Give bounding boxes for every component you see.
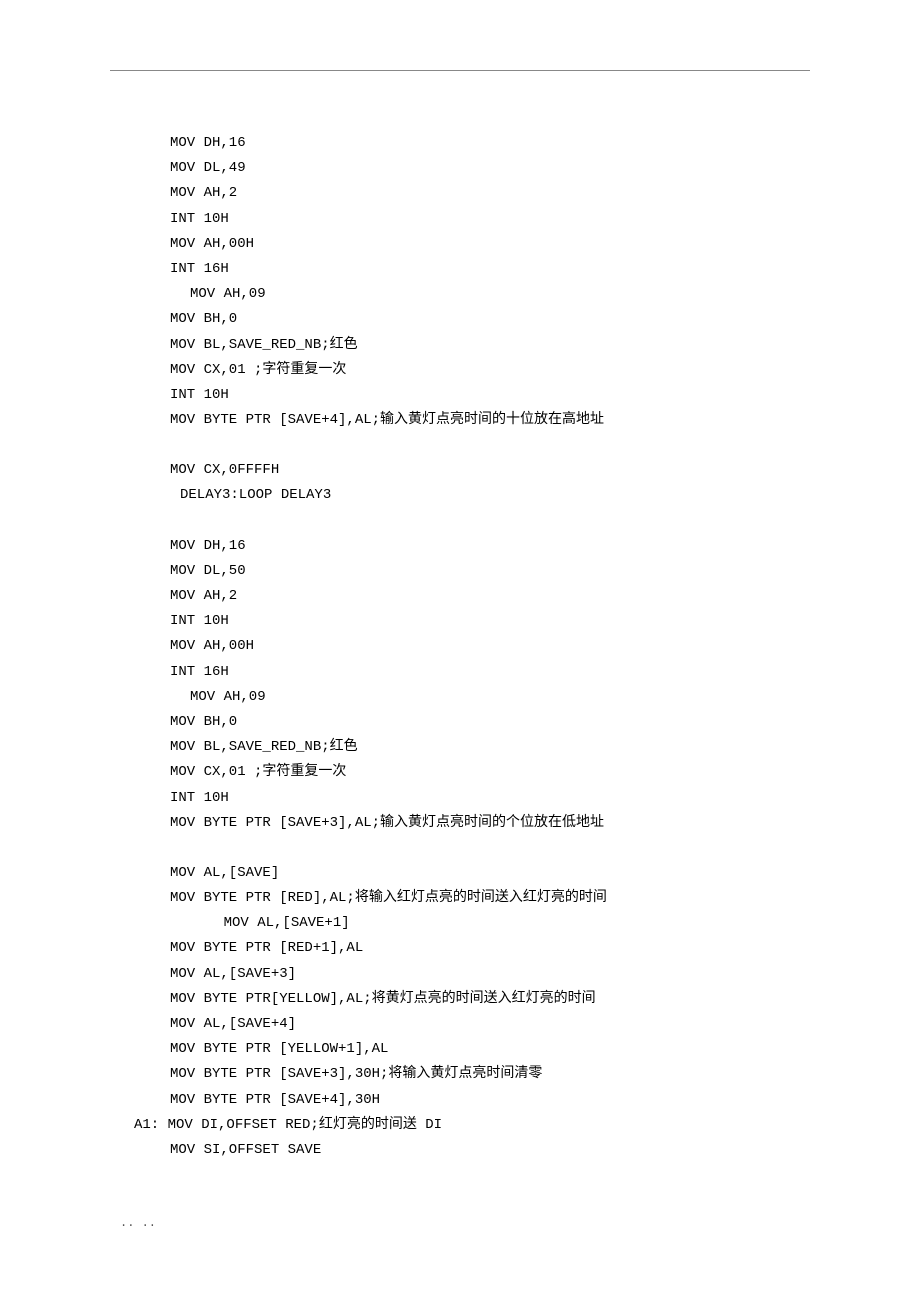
code-line: [110, 509, 810, 534]
code-line: MOV BYTE PTR [RED+1],AL: [110, 936, 810, 961]
code-line: MOV BH,0: [110, 710, 810, 735]
code-line: MOV DH,16: [110, 534, 810, 559]
code-line: MOV CX,01 ;字符重复一次: [110, 760, 810, 785]
code-line: MOV SI,OFFSET SAVE: [110, 1138, 810, 1163]
code-line: [110, 836, 810, 861]
code-line: MOV AL,[SAVE+3]: [110, 962, 810, 987]
code-line: MOV BL,SAVE_RED_NB;红色: [110, 333, 810, 358]
code-line: MOV BYTE PTR [SAVE+4],AL;输入黄灯点亮时间的十位放在高地…: [110, 408, 810, 433]
code-line: INT 16H: [110, 660, 810, 685]
code-line: INT 10H: [110, 786, 810, 811]
page-footer-dots: .. ..: [110, 1213, 810, 1235]
code-line: MOV BYTE PTR [SAVE+3],AL;输入黄灯点亮时间的个位放在低地…: [110, 811, 810, 836]
code-line: A1: MOV DI,OFFSET RED;红灯亮的时间送 DI: [110, 1113, 810, 1138]
code-line: [110, 433, 810, 458]
code-line: MOV AH,09: [110, 282, 810, 307]
code-line: MOV BYTE PTR[YELLOW],AL;将黄灯点亮的时间送入红灯亮的时间: [110, 987, 810, 1012]
code-line: DELAY3:LOOP DELAY3: [110, 483, 810, 508]
code-line: MOV AH,2: [110, 584, 810, 609]
code-line: MOV DL,50: [110, 559, 810, 584]
code-line: MOV CX,0FFFFH: [110, 458, 810, 483]
code-line: INT 10H: [110, 383, 810, 408]
code-line: MOV CX,01 ;字符重复一次: [110, 358, 810, 383]
code-line: INT 16H: [110, 257, 810, 282]
code-line: MOV BYTE PTR [RED],AL;将输入红灯点亮的时间送入红灯亮的时间: [110, 886, 810, 911]
code-line: MOV AH,09: [110, 685, 810, 710]
assembly-code-block: MOV DH,16MOV DL,49MOV AH,2INT 10HMOV AH,…: [110, 131, 810, 1163]
code-line: MOV DH,16: [110, 131, 810, 156]
code-line: MOV AL,[SAVE+4]: [110, 1012, 810, 1037]
code-line: MOV DL,49: [110, 156, 810, 181]
code-line: INT 10H: [110, 207, 810, 232]
code-line: MOV AL,[SAVE]: [110, 861, 810, 886]
document-page: MOV DH,16MOV DL,49MOV AH,2INT 10HMOV AH,…: [0, 0, 920, 1302]
code-line: MOV BYTE PTR [SAVE+3],30H;将输入黄灯点亮时间清零: [110, 1062, 810, 1087]
code-line: MOV AH,2: [110, 181, 810, 206]
code-line: INT 10H: [110, 609, 810, 634]
code-line: MOV BYTE PTR [YELLOW+1],AL: [110, 1037, 810, 1062]
code-line: MOV AH,00H: [110, 634, 810, 659]
code-line: MOV AH,00H: [110, 232, 810, 257]
page-header-rule: [110, 70, 810, 71]
code-line: MOV BH,0: [110, 307, 810, 332]
code-line: MOV BL,SAVE_RED_NB;红色: [110, 735, 810, 760]
code-line: MOV BYTE PTR [SAVE+4],30H: [110, 1088, 810, 1113]
code-line: MOV AL,[SAVE+1]: [110, 911, 810, 936]
